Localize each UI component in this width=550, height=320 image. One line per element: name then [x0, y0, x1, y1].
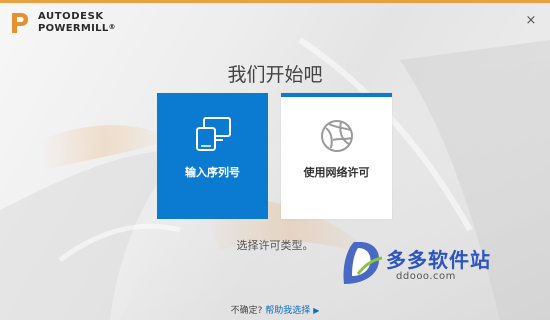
enter-serial-number-label: 输入序列号: [185, 166, 240, 179]
watermark-logo-icon: [343, 242, 383, 284]
footer-question: 不确定?: [230, 306, 263, 316]
network-globe-icon: [281, 118, 392, 158]
title-bar: AUTODESK POWERMILL® ×: [0, 3, 550, 41]
brand-trademark: ®: [108, 23, 116, 31]
chevron-right-icon[interactable]: ▶: [313, 306, 319, 315]
devices-icon: [157, 115, 268, 159]
brand-line-2: POWERMILL®: [38, 24, 116, 34]
watermark-url: ddooo.com: [396, 271, 456, 282]
enter-serial-number-card[interactable]: 输入序列号: [157, 93, 268, 219]
page-title: 我们开始吧: [227, 64, 323, 86]
brand-product-name: POWERMILL: [38, 23, 109, 34]
watermark-text: 多多软件站: [386, 248, 491, 272]
network-license-label: 使用网络许可: [303, 166, 370, 179]
license-dialog: AUTODESK POWERMILL® × 我们开始吧 输入序列号 使用网络许可…: [0, 0, 550, 320]
close-button[interactable]: ×: [524, 14, 538, 28]
network-license-card[interactable]: 使用网络许可: [281, 93, 392, 219]
autodesk-p-logo-icon: [12, 13, 28, 33]
watermark: 多多软件站 ddooo.com: [338, 238, 538, 293]
help-me-choose-link[interactable]: 帮助我选择: [265, 306, 310, 316]
brand-line-1: AUTODESK: [38, 11, 104, 22]
help-footer: 不确定? 帮助我选择 ▶: [0, 303, 550, 316]
product-brand: AUTODESK POWERMILL®: [38, 12, 116, 34]
